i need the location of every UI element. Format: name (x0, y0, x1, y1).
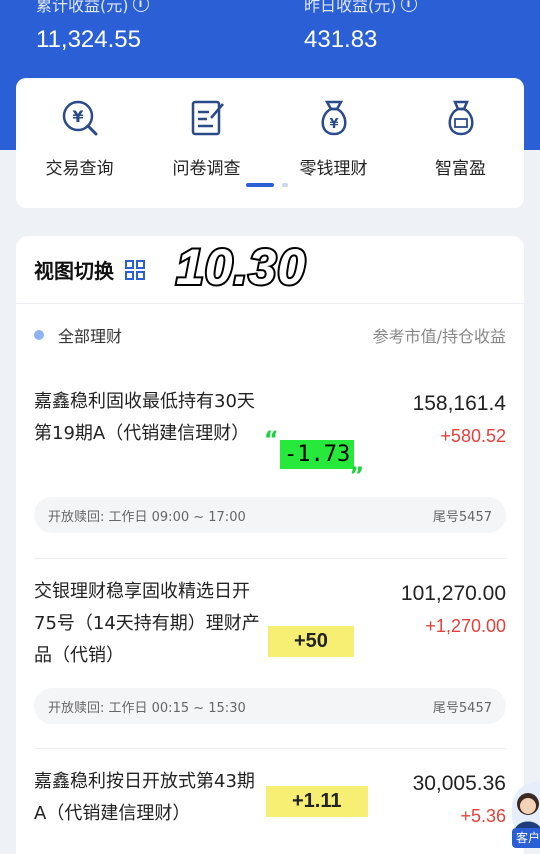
survey-icon (191, 100, 224, 136)
filter-label: 全部理财 (58, 327, 123, 346)
yen-search-icon: ¥ (62, 100, 97, 136)
carousel-indicator (246, 183, 288, 187)
quick-action-label: 智富盈 (435, 159, 486, 179)
open-time-bar: 开放赎回: 工作日 09:00 ~ 17:00 尾号5457 (34, 497, 506, 533)
filter-all[interactable]: 全部理财 (34, 323, 122, 347)
holding-gain: +580.52 (440, 426, 506, 446)
product-name: 嘉鑫稳利固收最低持有30天第19期A（代销建信理财） (34, 391, 255, 444)
portfolio-card: 视图切换 10.30 全部理财 参考市值/持仓收益 嘉鑫稳利固收最低持有30天第… (16, 236, 524, 854)
portfolio-header: 视图切换 10.30 (16, 236, 524, 304)
product-item[interactable]: 嘉鑫稳利固收最低持有30天第19期A（代销建信理财） 158,161.4 +58… (34, 386, 506, 546)
date-overlay: 10.30 (174, 237, 307, 297)
quick-action-label: 交易查询 (45, 159, 114, 179)
account-tail: 尾号5457 (432, 509, 492, 525)
grid-view-icon[interactable] (124, 259, 146, 281)
quick-action-trade-query[interactable]: ¥ 交易查询 (16, 98, 143, 179)
open-time: 开放赎回: 工作日 00:15 ~ 15:30 (48, 700, 246, 716)
market-value: 30,005.36 (412, 772, 506, 795)
info-icon[interactable]: i (400, 0, 417, 12)
yesterday-label: 昨日收益(元) (304, 0, 397, 15)
filter-row: 全部理财 参考市值/持仓收益 (16, 304, 524, 366)
holding-gain: +1,270.00 (425, 616, 506, 636)
wealth-bag-icon (448, 100, 473, 136)
holding-gain: +5.36 (460, 806, 506, 826)
quick-action-wealth[interactable]: 智富盈 (397, 98, 524, 179)
annotation-highlight: +1.11 (266, 786, 368, 817)
quick-action-label: 问卷调查 (172, 159, 241, 179)
quote-open: “ (264, 428, 279, 453)
yesterday-stat: 昨日收益(元) i 431.83 (304, 0, 417, 54)
svg-text:¥: ¥ (72, 107, 83, 126)
yesterday-value: 431.83 (304, 26, 378, 53)
market-value: 101,270.00 (400, 582, 506, 605)
column-header: 参考市值/持仓收益 (372, 327, 506, 346)
money-bag-icon: ¥ (321, 100, 346, 136)
indicator-active (246, 183, 274, 187)
market-value: 158,161.4 (412, 392, 506, 415)
open-time: 开放赎回: 工作日 09:00 ~ 17:00 (48, 509, 246, 525)
annotation-highlight: +50 (268, 626, 354, 657)
customer-service-label[interactable]: 客户 (512, 828, 540, 848)
filter-dot (34, 330, 44, 340)
product-name: 嘉鑫稳利按日开放式第43期A（代销建信理财） (34, 771, 255, 824)
cumulative-stat: 累计收益(元) i 11,324.55 (36, 0, 149, 54)
cumulative-value: 11,324.55 (36, 26, 141, 53)
quote-close: „ (350, 452, 365, 477)
view-switch-title: 视图切换 (34, 259, 114, 283)
quick-action-survey[interactable]: 问卷调查 (143, 98, 270, 179)
svg-text:¥: ¥ (329, 117, 338, 132)
quick-action-label: 零钱理财 (299, 159, 368, 179)
quick-actions-card: ¥ 交易查询 问卷调查 ¥ 零钱理财 智富盈 (16, 78, 524, 208)
divider (34, 558, 506, 559)
open-time-bar: 开放赎回: 工作日 00:15 ~ 15:30 尾号5457 (34, 688, 506, 724)
divider (34, 748, 506, 749)
annotation-highlight: -1.73 (280, 440, 355, 469)
product-name: 交银理财稳享固收精选日开75号（14天持有期）理财产品（代销） (34, 581, 260, 666)
account-tail: 尾号5457 (432, 700, 492, 716)
cumulative-label: 累计收益(元) (36, 0, 129, 15)
info-icon[interactable]: i (132, 0, 149, 12)
quick-action-change-finance[interactable]: ¥ 零钱理财 (270, 98, 397, 179)
indicator-dot (282, 183, 288, 187)
